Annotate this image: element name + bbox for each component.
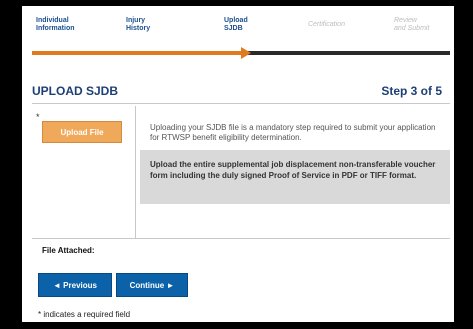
upload-instructions-note: Upload the entire supplemental job displ… xyxy=(140,150,450,204)
step-label-line1: Injury xyxy=(126,17,146,24)
column-divider xyxy=(135,106,136,238)
progress-fill xyxy=(32,51,241,55)
divider xyxy=(32,103,450,104)
step-individual-information[interactable]: Individual Information xyxy=(36,17,75,33)
continue-button[interactable]: Continue ► xyxy=(116,273,188,297)
step-review-submit: Review and Submit xyxy=(394,17,429,33)
step-label-line1: Review xyxy=(394,17,417,24)
step-label-line2: SJDB xyxy=(224,25,243,32)
upload-description: Uploading your SJDB file is a mandatory … xyxy=(150,123,436,142)
step-label-line1: Individual xyxy=(36,17,69,24)
wizard-panel: Individual Information Injury History Up… xyxy=(22,6,454,322)
step-tracker: Individual Information Injury History Up… xyxy=(22,6,454,48)
step-upload-sjdb[interactable]: Upload SJDB xyxy=(224,17,248,33)
step-label-line2: Information xyxy=(36,25,75,32)
required-field-note: * indicates a required field xyxy=(38,310,131,319)
step-indicator: Step 3 of 5 xyxy=(381,84,442,98)
previous-button[interactable]: ◄ Previous xyxy=(38,273,112,297)
progress-arrow-icon xyxy=(241,47,251,59)
progress-bar xyxy=(32,47,450,59)
step-label-line1: Certification xyxy=(308,21,345,28)
step-label-line1: Upload xyxy=(224,17,248,24)
upload-file-button[interactable]: Upload File xyxy=(42,121,122,143)
required-marker: * xyxy=(36,112,40,122)
page-title: UPLOAD SJDB xyxy=(32,84,119,98)
step-label-line2: and Submit xyxy=(394,25,430,32)
step-injury-history[interactable]: Injury History xyxy=(126,17,150,33)
file-attached-label: File Attached: xyxy=(42,246,95,255)
step-certification: Certification xyxy=(308,21,345,29)
step-label-line2: History xyxy=(126,25,151,32)
upload-instructions-text: Upload the entire supplemental job displ… xyxy=(150,160,436,180)
divider xyxy=(32,238,450,239)
